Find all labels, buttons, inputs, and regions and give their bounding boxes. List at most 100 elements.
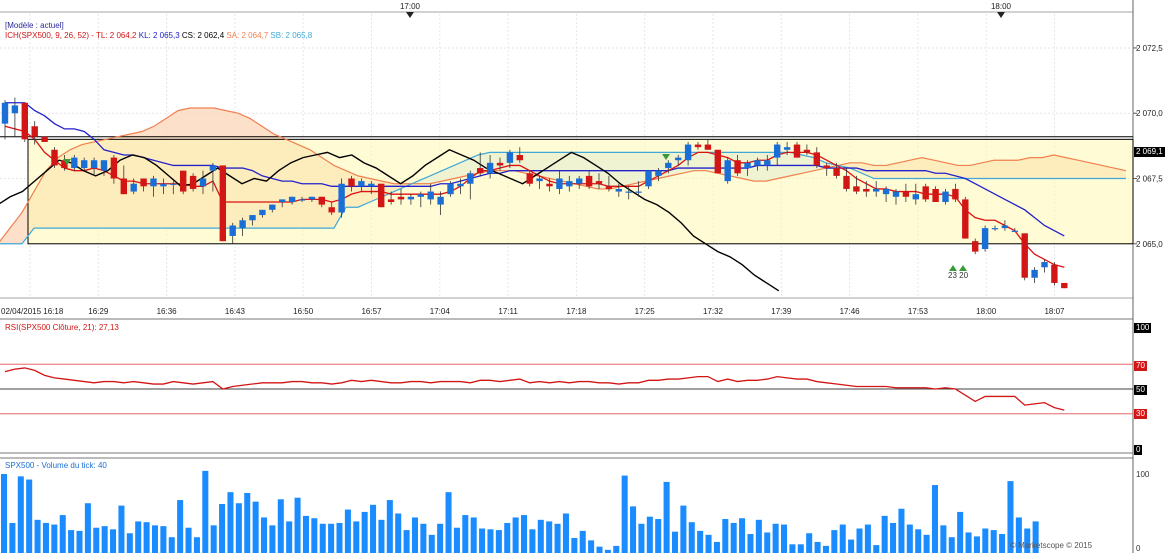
volume-bar: [831, 530, 838, 553]
volume-bar: [126, 533, 133, 553]
candle-body: [516, 155, 523, 161]
volume-bar: [646, 516, 653, 553]
volume-bar: [311, 518, 318, 553]
legend-tl: TL: 2 064,2: [96, 31, 137, 40]
volume-bar: [294, 497, 301, 553]
candle-body: [100, 160, 108, 171]
volume-bar: [722, 519, 729, 553]
candle-body: [407, 196, 415, 200]
volume-bar: [990, 530, 997, 553]
candle-body: [140, 178, 147, 187]
candle-body: [31, 126, 38, 137]
volume-bar: [378, 519, 385, 553]
candle-body: [209, 165, 217, 171]
volume-bar: [277, 499, 284, 553]
volume-bar: [160, 526, 167, 553]
candle-body: [81, 160, 88, 169]
candle-body: [595, 181, 603, 184]
volume-bar: [227, 492, 234, 553]
candle-body: [615, 188, 622, 192]
candle-body: [1001, 225, 1009, 229]
volume-bar: [655, 519, 662, 553]
x-tick-label: 17:18: [566, 307, 587, 316]
volume-bar: [370, 504, 377, 553]
volume-bar: [621, 475, 628, 553]
legend-kl: KL: 2 065,3: [138, 31, 180, 40]
volume-bar: [470, 517, 477, 553]
x-tick-label: 17:53: [908, 307, 929, 316]
x-tick-label: 17:39: [771, 307, 792, 316]
volume-bar: [361, 511, 368, 553]
x-tick-label: 16:43: [225, 307, 246, 316]
volume-bar: [705, 534, 712, 553]
volume-bar: [17, 476, 24, 553]
candle-body: [952, 188, 959, 200]
rsi-level-100: 100: [1134, 323, 1152, 333]
model-label: [Modèle : actuel]: [5, 21, 64, 30]
volume-bar: [965, 532, 972, 553]
candle-body: [912, 194, 919, 200]
x-tick-label: 17:32: [703, 307, 724, 316]
volume-bar: [915, 529, 922, 553]
candle-body: [199, 178, 207, 187]
candle-body: [368, 183, 375, 187]
watermark: © Marketscope © 2015: [1010, 541, 1093, 550]
volume-bar: [797, 544, 804, 553]
volume-bar: [923, 534, 930, 553]
volume-bar: [973, 536, 980, 553]
candle-body: [566, 181, 573, 187]
candle-body: [734, 160, 741, 174]
volume-bar: [395, 513, 402, 553]
candle-body: [318, 196, 325, 205]
candle-body: [486, 162, 494, 174]
volume-bar: [521, 515, 528, 553]
volume-bar: [890, 522, 897, 553]
rsi-level-70: 70: [1134, 361, 1147, 371]
volume-bar: [839, 524, 846, 553]
rsi-level-30: 30: [1134, 409, 1147, 419]
candle-body: [496, 162, 504, 166]
volume-bar: [755, 519, 762, 553]
volume-bar: [151, 525, 159, 553]
volume-bar: [252, 501, 259, 553]
x-tick-label: 17:46: [840, 307, 861, 316]
candle-body: [328, 207, 335, 213]
candle-body: [397, 196, 405, 200]
candle-body: [744, 162, 751, 169]
volume-bar: [269, 525, 276, 553]
candle-body: [704, 144, 712, 150]
candle-body: [585, 175, 593, 187]
volume-bar: [59, 515, 66, 553]
legend-ich: ICH(SPX500, 9, 26, 52) -: [5, 31, 94, 40]
top-time-label: 17:00: [400, 2, 421, 11]
y-tick-label: 2 072,5: [1136, 44, 1163, 53]
candle-body: [546, 183, 553, 187]
volume-bar: [739, 518, 746, 553]
volume-bar: [931, 485, 939, 553]
volume-bar: [671, 531, 679, 553]
ichimoku-legend: ICH(SPX500, 9, 26, 52) - TL: 2 064,2 KL:…: [5, 31, 312, 41]
candle-body: [882, 188, 890, 195]
candle-body: [279, 199, 286, 202]
volume-bar: [177, 500, 184, 553]
volume-bar: [403, 530, 410, 553]
rsi-level-50: 50: [1134, 385, 1147, 395]
volume-bar: [319, 523, 326, 553]
candle-body: [922, 186, 929, 200]
candle-body: [863, 188, 870, 192]
volume-bar: [630, 506, 637, 553]
candle-body: [783, 147, 791, 150]
candle-body: [1011, 230, 1018, 232]
volume-bar: [202, 470, 209, 553]
volume-bar: [386, 500, 393, 553]
candle-body: [684, 144, 692, 161]
candle-body: [21, 102, 28, 140]
chart-canvas: 02/04/2015 16:18 16:29 16:36 16:43 16:50 16:5…: [0, 0, 1163, 553]
candle-body: [269, 204, 276, 210]
candle-body: [51, 149, 58, 166]
volume-bar: [76, 530, 83, 553]
volume-bar: [487, 529, 494, 553]
volume-bar: [898, 508, 905, 553]
volume-bar: [957, 511, 964, 553]
volume-bar: [772, 523, 779, 553]
